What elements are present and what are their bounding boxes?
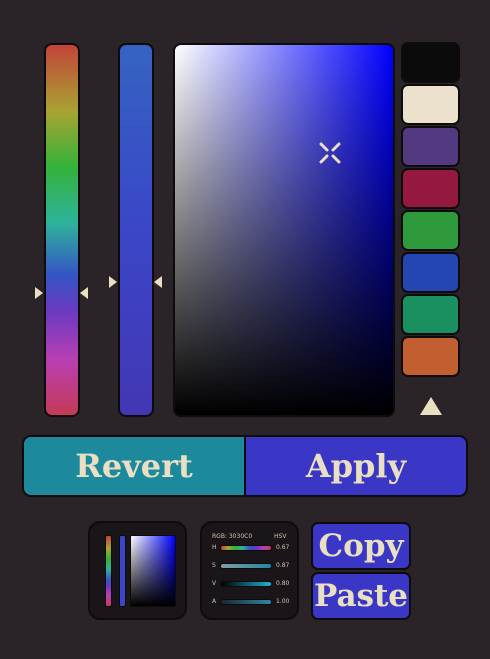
saturation-marker-right-icon[interactable]: [154, 276, 162, 288]
swatch[interactable]: [401, 42, 460, 83]
action-bar: Revert Apply: [22, 435, 468, 497]
mini-sv-field: [130, 535, 176, 607]
mini-row-label: H: [212, 544, 217, 551]
copy-button[interactable]: Copy: [311, 522, 411, 570]
mini-slider-track: [220, 545, 272, 551]
mini-row-value: 0.67: [276, 544, 290, 551]
paste-button[interactable]: Paste: [311, 572, 411, 620]
mini-slider-track: [220, 581, 272, 587]
mini-row-label: A: [212, 598, 217, 605]
triangle-up-icon[interactable]: [420, 397, 442, 415]
mini-saturation-bar: [119, 535, 126, 607]
saturation-marker-left-icon[interactable]: [109, 276, 117, 288]
apply-button[interactable]: Apply: [246, 437, 466, 495]
saturation-value-field[interactable]: [173, 43, 395, 417]
mini-row-label: V: [212, 580, 217, 587]
mini-header-right: HSV: [274, 533, 287, 540]
sliders-layout-preview[interactable]: RGB: 3030C0 HSV H 0.67 S 0.87 V 0.80 A 1…: [200, 521, 299, 620]
revert-button[interactable]: Revert: [24, 437, 246, 495]
picker-layout-preview[interactable]: [88, 521, 187, 620]
swatch[interactable]: [401, 210, 460, 251]
hue-slider[interactable]: [44, 43, 80, 417]
mini-slider-track: [220, 563, 272, 569]
mini-hue-bar: [105, 535, 112, 607]
mini-row-value: 0.87: [276, 562, 290, 569]
mini-row-label: S: [212, 562, 216, 569]
mini-row-value: 1.00: [276, 598, 290, 605]
hue-marker-left-icon[interactable]: [35, 287, 43, 299]
swatch[interactable]: [401, 336, 460, 377]
mini-row-value: 0.80: [276, 580, 290, 587]
mini-slider-track: [220, 599, 272, 605]
swatch[interactable]: [401, 294, 460, 335]
swatch[interactable]: [401, 252, 460, 293]
swatch[interactable]: [401, 126, 460, 167]
crosshair-x-icon[interactable]: [318, 141, 342, 165]
saturation-slider[interactable]: [118, 43, 154, 417]
mini-header-left: RGB: 3030C0: [212, 533, 253, 540]
hue-marker-right-icon[interactable]: [80, 287, 88, 299]
swatch[interactable]: [401, 84, 460, 125]
swatch[interactable]: [401, 168, 460, 209]
